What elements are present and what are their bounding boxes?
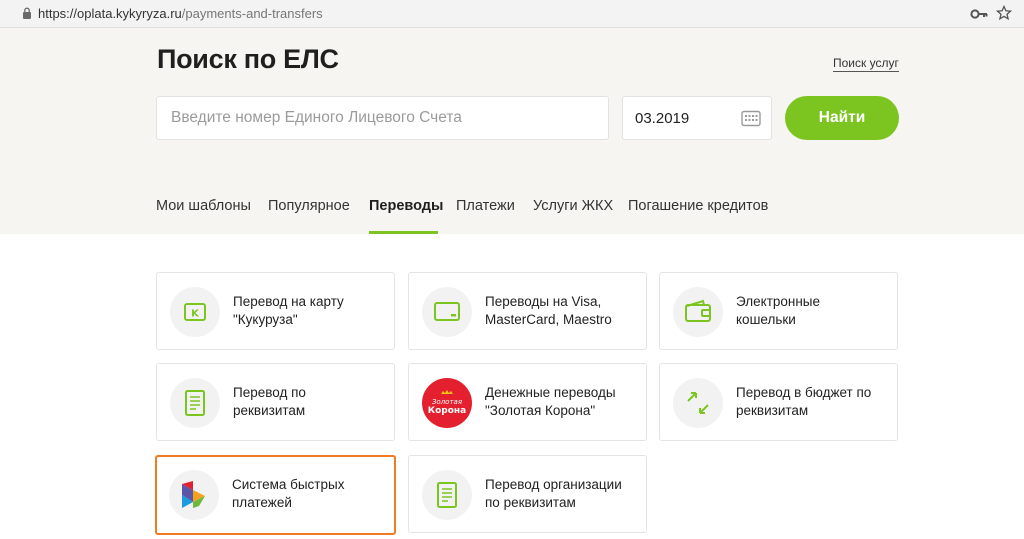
tab-popular[interactable]: Популярное — [268, 198, 350, 214]
arrows-diagonal-icon — [673, 378, 723, 428]
wallet-icon — [673, 287, 723, 337]
page-title: Поиск по ЕЛС — [157, 44, 339, 74]
card-label: Перевод по реквизитам — [233, 385, 306, 418]
card-label: Система быстрых платежей — [232, 477, 345, 510]
els-search-input[interactable]: Введите номер Единого Лицевого Счета — [156, 96, 609, 140]
tab-utilities[interactable]: Услуги ЖКХ — [533, 198, 613, 214]
card-zolotaya-korona[interactable]: Золотая Корона Денежные переводы "Золотая… — [408, 363, 647, 441]
card-label: Переводы на Visa, MasterCard, Maestro — [485, 294, 612, 327]
card-label: Перевод в бюджет по реквизитам — [736, 385, 872, 418]
card-transfer-kukuruza[interactable]: K Перевод на карту "Кукуруза" — [156, 272, 395, 350]
find-button[interactable]: Найти — [785, 96, 899, 140]
sbp-logo — [169, 470, 219, 520]
bank-card-icon — [422, 287, 472, 337]
card-label: Перевод на карту "Кукуруза" — [233, 294, 344, 327]
svg-text:Золотая: Золотая — [432, 398, 462, 406]
card-e-wallets[interactable]: Электронные кошельки — [659, 272, 898, 350]
document-icon — [422, 470, 472, 520]
card-fast-payment-system[interactable]: Система быстрых платежей — [155, 455, 396, 535]
tab-payments[interactable]: Платежи — [456, 198, 515, 214]
card-transfer-organization[interactable]: Перевод организации по реквизитам — [408, 455, 647, 533]
document-icon — [170, 378, 220, 428]
url-host: https://oplata.kykyryza.ru — [38, 6, 182, 21]
browser-address-bar: https://oplata.kykyryza.ru/payments-and-… — [0, 0, 1024, 28]
date-picker[interactable]: 03.2019 — [622, 96, 772, 140]
url-field[interactable]: https://oplata.kykyryza.ru/payments-and-… — [38, 6, 323, 21]
card-transfer-visa-mastercard[interactable]: Переводы на Visa, MasterCard, Maestro — [408, 272, 647, 350]
tab-loan-repayment[interactable]: Погашение кредитов — [628, 198, 768, 214]
card-label: Электронные кошельки — [736, 294, 821, 327]
tab-transfers[interactable]: Переводы — [369, 198, 443, 214]
svg-text:Корона: Корона — [428, 406, 466, 416]
card-budget-transfer[interactable]: Перевод в бюджет по реквизитам — [659, 363, 898, 441]
key-icon[interactable] — [970, 7, 988, 21]
url-path: /payments-and-transfers — [181, 6, 323, 21]
lock-icon — [23, 7, 31, 19]
calendar-icon[interactable] — [741, 110, 761, 127]
card-k-icon: K — [170, 287, 220, 337]
service-search-link[interactable]: Поиск услуг — [833, 56, 899, 72]
active-tab-indicator — [369, 231, 438, 234]
bookmark-star-icon[interactable] — [996, 5, 1012, 21]
svg-text:K: K — [191, 309, 200, 320]
card-transfer-by-details[interactable]: Перевод по реквизитам — [156, 363, 395, 441]
card-label: Перевод организации по реквизитам — [485, 477, 622, 510]
date-value: 03.2019 — [635, 110, 690, 127]
card-label: Денежные переводы "Золотая Корона" — [485, 385, 616, 418]
tab-my-templates[interactable]: Мои шаблоны — [156, 198, 251, 214]
zolotaya-korona-logo: Золотая Корона — [422, 378, 472, 428]
